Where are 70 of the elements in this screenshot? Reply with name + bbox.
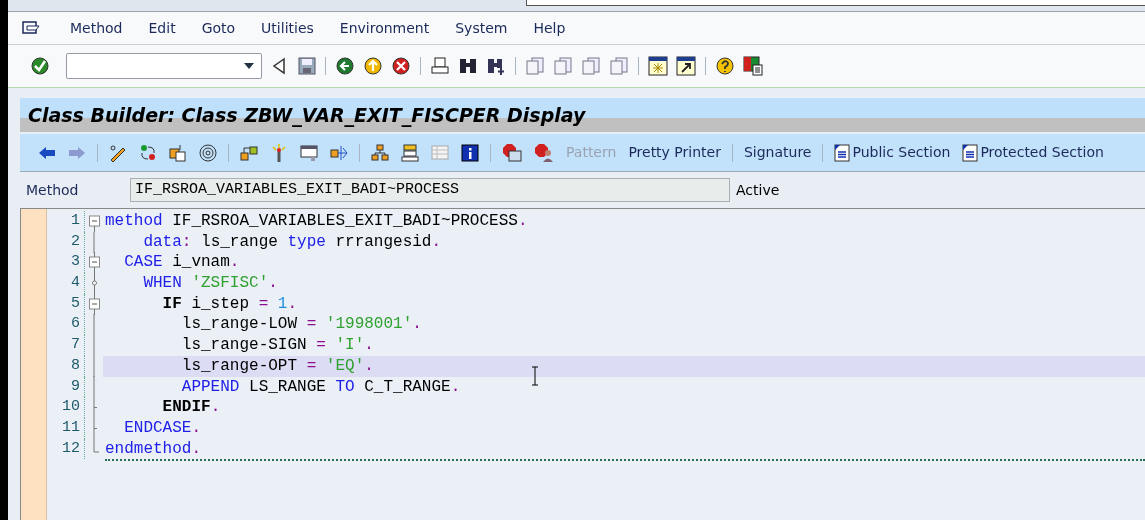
line-number: 1	[47, 211, 85, 232]
wand-icon[interactable]	[269, 142, 289, 163]
menu-icon[interactable]	[22, 21, 40, 35]
back-icon[interactable]	[335, 56, 355, 76]
fold-line	[91, 272, 97, 294]
text-cursor-icon	[530, 366, 540, 386]
menu-item[interactable]: System	[455, 17, 508, 39]
arrow-left-icon[interactable]	[37, 144, 57, 161]
code-line: ENDCASE.	[123, 417, 203, 439]
line-number: 11	[47, 417, 85, 439]
line-number: 7	[47, 335, 85, 356]
fold-icon[interactable]	[88, 293, 100, 315]
stack-icon[interactable]	[400, 142, 420, 163]
menu-item[interactable]: Edit	[148, 17, 176, 39]
line-number: 6	[47, 314, 85, 336]
line-number: 12	[47, 438, 85, 460]
code-line: ls_range-SIGN = 'I'.	[180, 335, 375, 356]
menu-item[interactable]: Goto	[201, 17, 236, 39]
code-line: data: ls_range type rrrangesid.	[142, 231, 443, 253]
stop-user-icon[interactable]	[533, 142, 555, 163]
print-icon[interactable]	[430, 57, 450, 75]
code-line: WHEN 'ZSFISC'.	[142, 273, 279, 294]
triangle-left-icon[interactable]	[272, 57, 286, 75]
code-line: CASE i_vnam.	[123, 252, 241, 274]
section-button[interactable]: Public Section	[828, 142, 957, 163]
info-icon[interactable]	[460, 142, 480, 163]
command-field[interactable]	[66, 53, 262, 79]
document-icon	[834, 143, 851, 162]
menu-item[interactable]: Method	[70, 17, 123, 39]
code-line: endmethod.	[104, 438, 203, 460]
line-number: 8	[47, 355, 85, 377]
toolbar-button[interactable]: Signature	[737, 142, 818, 163]
window-title: Class Builder: Class ZBW_VAR_EXIT_FISCPER Display	[28, 105, 586, 125]
check-object-icon[interactable]	[168, 142, 188, 163]
cancel-icon[interactable]	[391, 56, 411, 76]
status-text: Active	[736, 180, 780, 200]
shortcut-icon[interactable]	[676, 56, 696, 76]
code-line: method IF_RSROA_VARIABLES_EXIT_BADI~PROCESS.	[104, 211, 529, 232]
fold-line	[93, 231, 95, 253]
menu-item[interactable]: Help	[533, 17, 566, 39]
new-window-icon[interactable]	[648, 56, 668, 76]
stop-window-icon[interactable]	[501, 142, 523, 163]
field-label: Method	[26, 180, 80, 200]
fold-icon[interactable]	[88, 252, 100, 274]
code-line: ls_range-LOW = '1998001'.	[180, 314, 423, 336]
toggle-icon[interactable]	[138, 142, 158, 163]
help-icon[interactable]	[715, 56, 735, 76]
section-button[interactable]: Protected Section	[956, 142, 1110, 163]
line-number: 10	[47, 397, 85, 418]
up-icon[interactable]	[363, 56, 383, 76]
check-icon[interactable]	[30, 56, 50, 76]
save-icon[interactable]	[298, 57, 316, 75]
layout-icon[interactable]	[743, 56, 763, 76]
code-line: ENDIF.	[161, 397, 222, 418]
toolbar-button[interactable]: Pretty Printer	[622, 142, 727, 163]
line-number: 5	[47, 293, 85, 315]
line-number: 9	[47, 376, 85, 398]
method-field[interactable]: IF_RSROA_VARIABLES_EXIT_BADI~PROCESS	[130, 178, 730, 202]
code-line: IF i_step = 1.	[161, 293, 299, 315]
pencil-icon[interactable]	[108, 142, 128, 163]
line-number: 3	[47, 252, 85, 274]
document-icon	[962, 143, 979, 162]
menu-item[interactable]: Environment	[339, 17, 430, 39]
window-icon[interactable]	[299, 142, 319, 163]
line-number: 2	[47, 231, 85, 253]
tree-icon[interactable]	[370, 142, 390, 163]
line-number: 4	[47, 273, 85, 294]
menu-item[interactable]: Utilities	[261, 17, 314, 39]
dropdown-icon[interactable]	[243, 62, 255, 70]
code-line: APPEND LS_RANGE TO C_T_RANGE.	[180, 376, 462, 398]
